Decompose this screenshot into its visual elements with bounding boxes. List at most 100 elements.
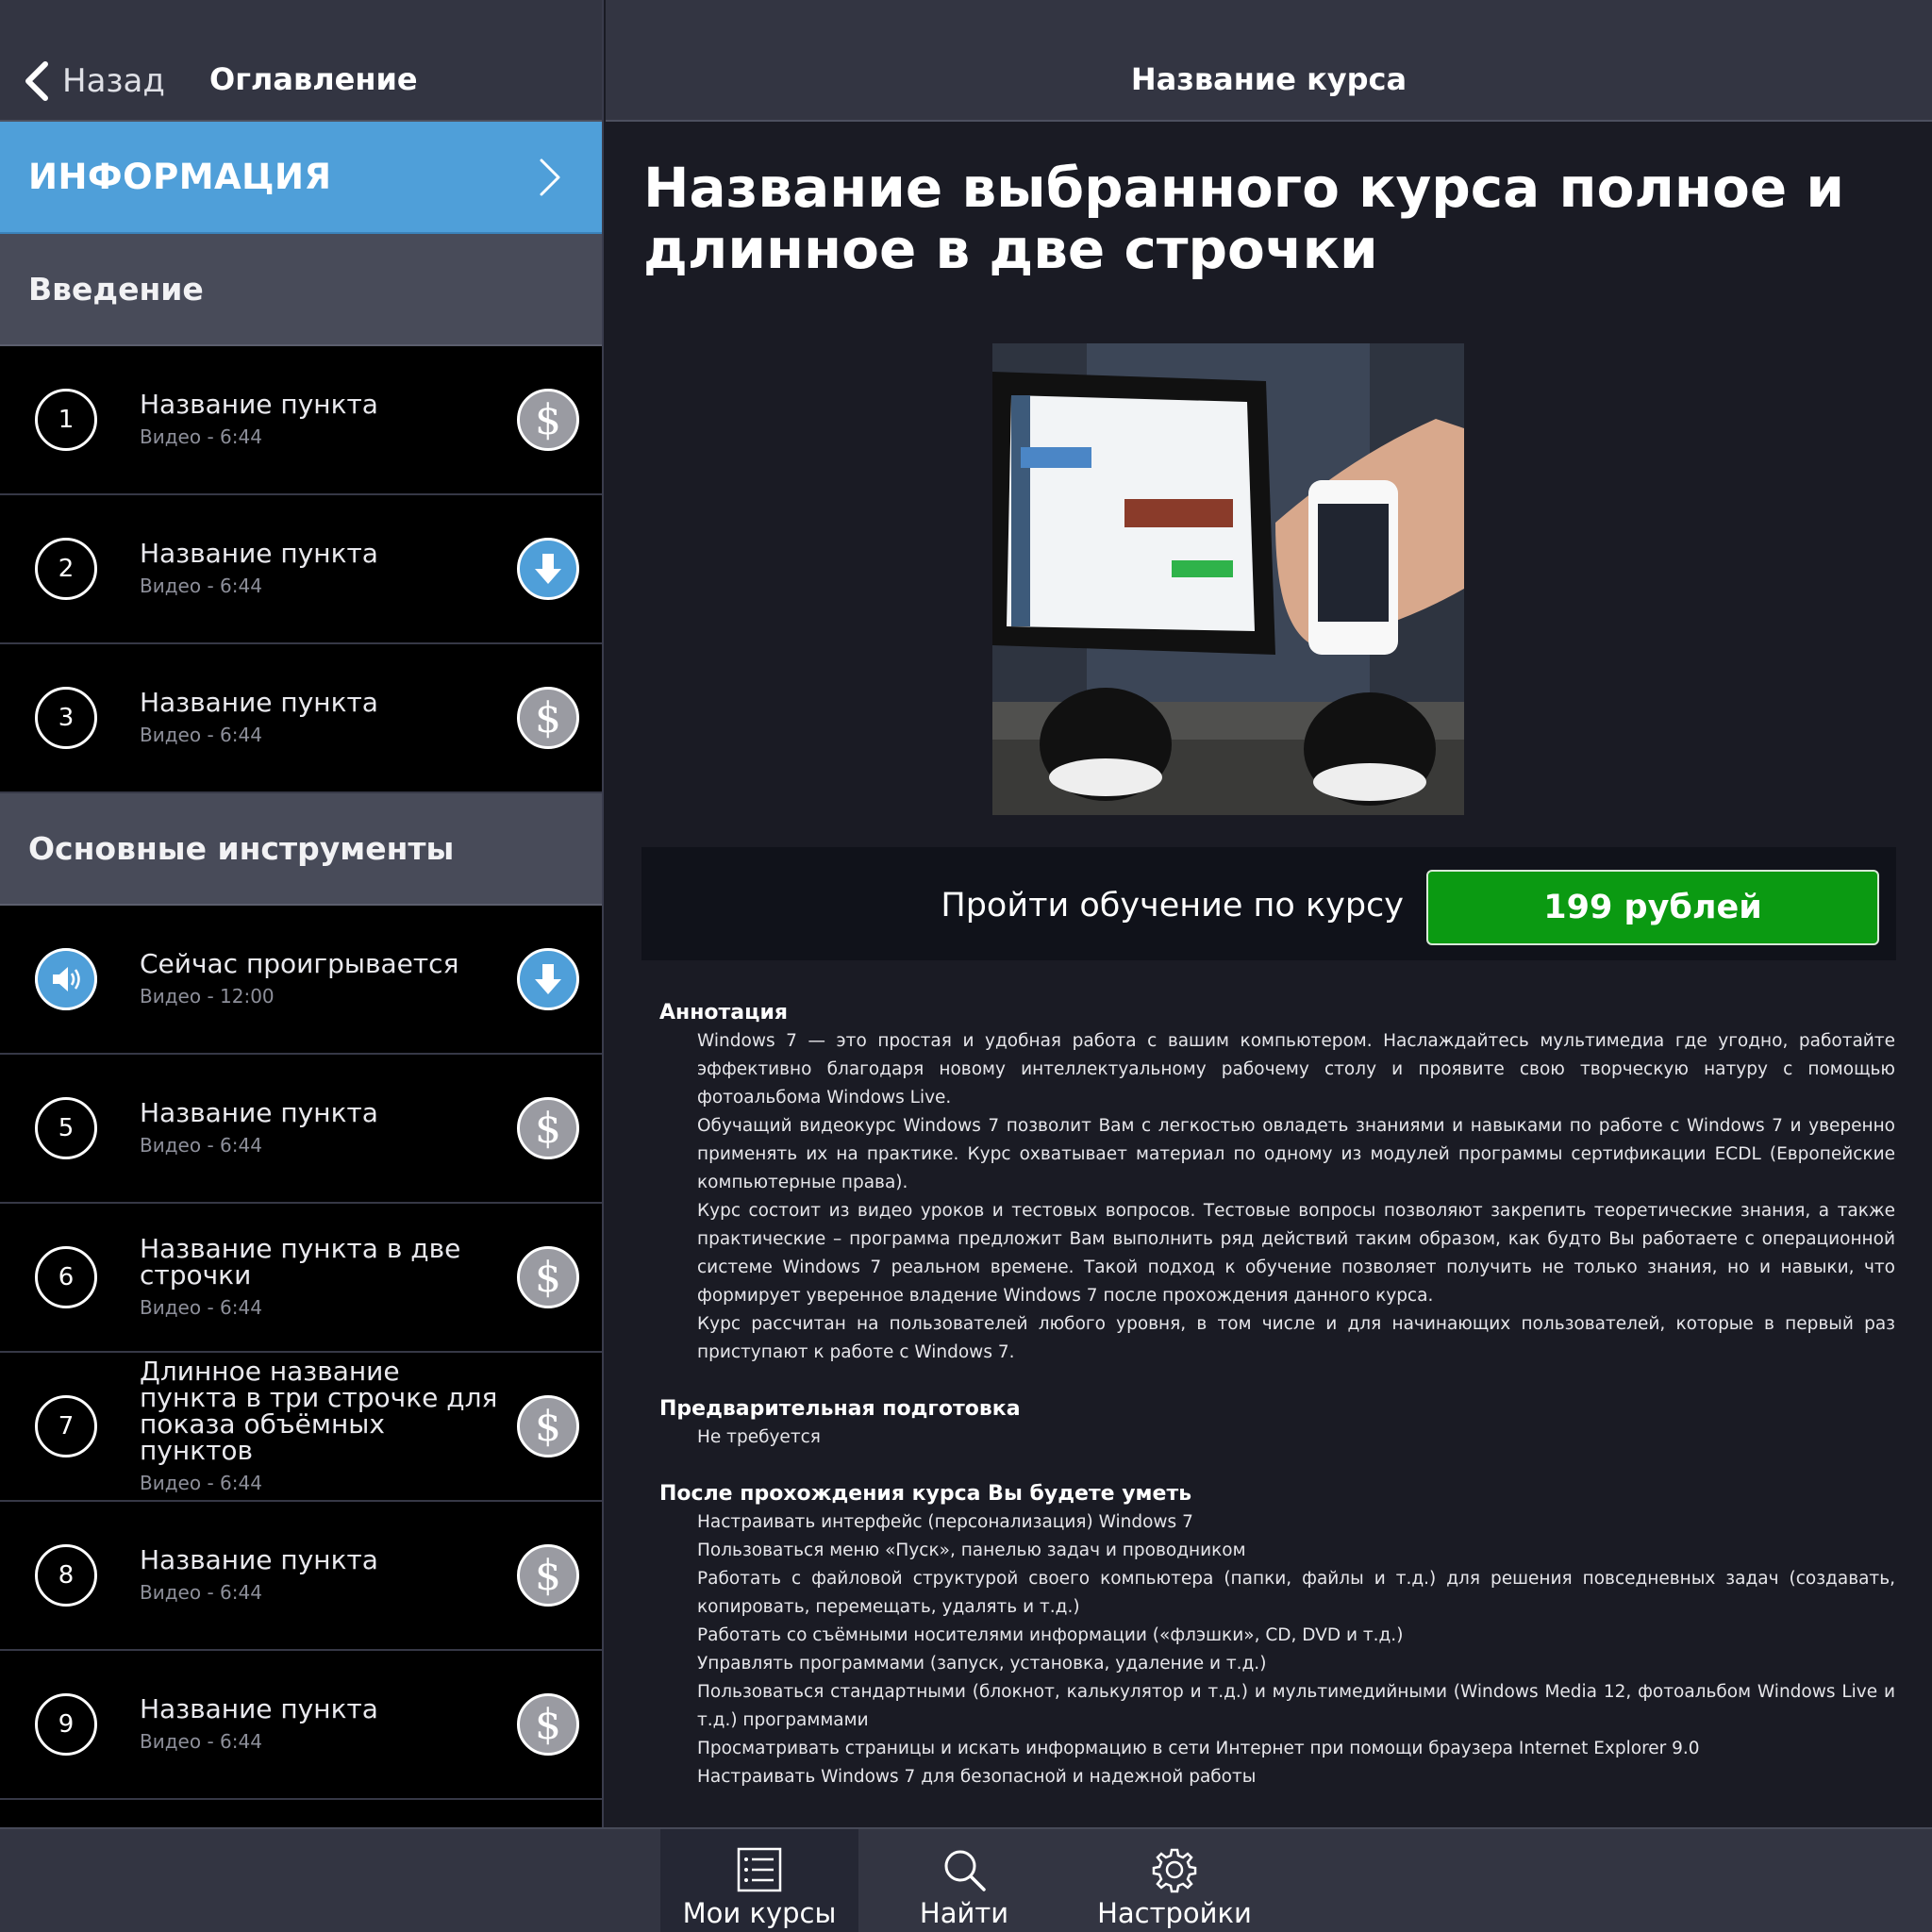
detail-paragraph: Работать с файловой структурой своего ко… [697, 1569, 1895, 1617]
toc-list: Введение 1 Название пункта Видео - 6:44 $2 На… [0, 234, 602, 1800]
download-icon [535, 554, 561, 584]
search-icon [944, 1850, 986, 1891]
item-subtitle: Видео - 6:44 [140, 1581, 262, 1604]
detail-paragraph: Обучащий видеокурс Windows 7 позволит Ва… [697, 1116, 1895, 1192]
buy-item-button[interactable]: $ [517, 1097, 579, 1159]
download-button[interactable] [517, 538, 579, 600]
gear-icon [1152, 1848, 1197, 1893]
toc-section: Основные инструменты [0, 793, 602, 906]
buy-text: Пройти обучение по курсу [941, 887, 1404, 924]
back-button[interactable]: Назад [23, 58, 165, 104]
toc-item[interactable]: 6 Название пункта в две строчки Видео - 6:… [0, 1204, 602, 1353]
item-subtitle: Видео - 6:44 [140, 724, 262, 746]
item-text: Длинное название пункта в три строчке дл… [140, 1356, 498, 1495]
item-number: 1 [35, 389, 97, 451]
detail-paragraph: Пользоваться меню «Пуск», панелью задач … [697, 1541, 1246, 1560]
tab-bar: Мои курсы Найти Настройки [0, 1827, 1932, 1932]
course-title: Название выбранного курса полное и длинн… [643, 156, 1844, 281]
tab-settings-label: Настройки [1097, 1897, 1252, 1929]
item-subtitle: Видео - 6:44 [140, 425, 262, 448]
dollar-icon: $ [535, 1700, 561, 1749]
detail-heading: Аннотация [659, 1001, 788, 1024]
download-button[interactable] [517, 948, 579, 1010]
detail-paragraph: Работать со съёмными носителями информац… [697, 1625, 1404, 1645]
item-text: Название пункта Видео - 6:44 [140, 687, 498, 747]
item-text: Название пункта Видео - 6:44 [140, 391, 498, 449]
tab-my-courses[interactable]: Мои курсы [660, 1829, 858, 1932]
toc-item[interactable]: 7 Длинное название пункта в три строчке д… [0, 1353, 602, 1502]
item-subtitle: Видео - 6:44 [140, 1472, 262, 1494]
item-subtitle: Видео - 6:44 [140, 1296, 262, 1319]
course-header: Название курса [606, 0, 1932, 122]
item-title: Название пункта [140, 1097, 378, 1128]
chevron-right-icon [540, 158, 560, 195]
detail-paragraph: Просматривать страницы и искать информац… [697, 1739, 1700, 1758]
course-detail[interactable]: Название выбранного курса полное и длинн… [606, 122, 1932, 1827]
toc-item[interactable]: 3 Название пункта Видео - 6:44 $ [0, 644, 602, 793]
toc-item[interactable]: 5 Название пункта Видео - 6:44 $ [0, 1055, 602, 1204]
detail-heading: После прохождения курса Вы будете уметь [659, 1482, 1192, 1506]
detail-paragraph: Не требуется [697, 1427, 821, 1447]
dollar-icon: $ [535, 1402, 561, 1451]
item-number: 2 [35, 538, 97, 600]
item-number: 7 [35, 1395, 97, 1457]
course-header-title: Название курса [1130, 61, 1407, 97]
buy-item-button[interactable]: $ [517, 1544, 579, 1607]
now-playing-indicator [35, 948, 97, 1010]
detail-paragraph: Настраивать интерфейс (персонализация) W… [697, 1512, 1193, 1532]
toc-title: Оглавление [209, 61, 418, 97]
item-text: Название пункта в две строчки Видео - 6:4… [140, 1236, 498, 1320]
tab-find-label: Найти [919, 1897, 1009, 1929]
toc-header: Назад Оглавление [0, 0, 602, 122]
item-title: Название пункта [140, 538, 378, 569]
toc-item[interactable]: 2 Название пункта Видео - 6:44 [0, 495, 602, 644]
item-title: Длинное название пункта в три строчке дл… [140, 1356, 498, 1466]
buy-item-button[interactable]: $ [517, 1246, 579, 1308]
item-text: Сейчас проигрывается Видео - 12:00 [140, 951, 498, 1008]
detail-paragraph: Курс рассчитан на пользователей любого у… [697, 1314, 1895, 1362]
toc-item[interactable]: 1 Название пункта Видео - 6:44 $ [0, 346, 602, 495]
toc-item[interactable]: Сейчас проигрывается Видео - 12:00 [0, 906, 602, 1055]
item-number: 6 [35, 1246, 97, 1308]
toc-section-title: Основные инструменты [28, 830, 455, 867]
detail-heading: Предварительная подготовка [659, 1397, 1021, 1421]
toc-section-title: Введение [28, 271, 204, 308]
buy-item-button[interactable]: $ [517, 687, 579, 749]
tab-settings[interactable]: Настройки [1075, 1829, 1274, 1932]
dollar-icon: $ [535, 395, 561, 444]
buy-button[interactable]: 199 рублей [1426, 870, 1879, 945]
course-photo [992, 343, 1464, 815]
dollar-icon: $ [535, 1104, 561, 1153]
toc-item[interactable]: 9 Название пункта Видео - 6:44 $ [0, 1651, 602, 1800]
back-label: Назад [62, 62, 165, 100]
toc-section: Введение [0, 234, 602, 346]
item-subtitle: Видео - 12:00 [140, 985, 275, 1008]
detail-paragraph: Управлять программами (запуск, установка… [697, 1654, 1267, 1674]
item-number: 9 [35, 1693, 97, 1756]
buy-item-button[interactable]: $ [517, 1693, 579, 1756]
item-title: Сейчас проигрывается [140, 948, 459, 979]
info-row[interactable]: ИНФОРМАЦИЯ [0, 122, 602, 234]
dollar-icon: $ [535, 693, 561, 742]
item-text: Название пункта Видео - 6:44 [140, 1097, 498, 1158]
item-text: Название пункта Видео - 6:44 [140, 1547, 498, 1605]
speaker-icon [53, 967, 80, 991]
dollar-icon: $ [535, 1253, 561, 1302]
detail-paragraph: Пользоваться стандартными (блокнот, каль… [697, 1682, 1895, 1730]
item-text: Название пункта Видео - 6:44 [140, 538, 498, 598]
tab-find[interactable]: Найти [870, 1829, 1058, 1932]
item-number: 3 [35, 687, 97, 749]
item-text: Название пункта Видео - 6:44 [140, 1696, 498, 1754]
list-icon [737, 1847, 782, 1892]
buy-item-button[interactable]: $ [517, 1395, 579, 1457]
item-number: 5 [35, 1097, 97, 1159]
download-icon [535, 964, 561, 994]
item-subtitle: Видео - 6:44 [140, 575, 262, 597]
toc-item[interactable]: 8 Название пункта Видео - 6:44 $ [0, 1502, 602, 1651]
item-title: Название пункта [140, 687, 378, 718]
course-description: Аннотация Windows 7 — это простая и удобн… [659, 999, 1895, 1791]
item-subtitle: Видео - 6:44 [140, 1730, 262, 1753]
buy-item-button[interactable]: $ [517, 389, 579, 451]
course-image [992, 343, 1464, 815]
